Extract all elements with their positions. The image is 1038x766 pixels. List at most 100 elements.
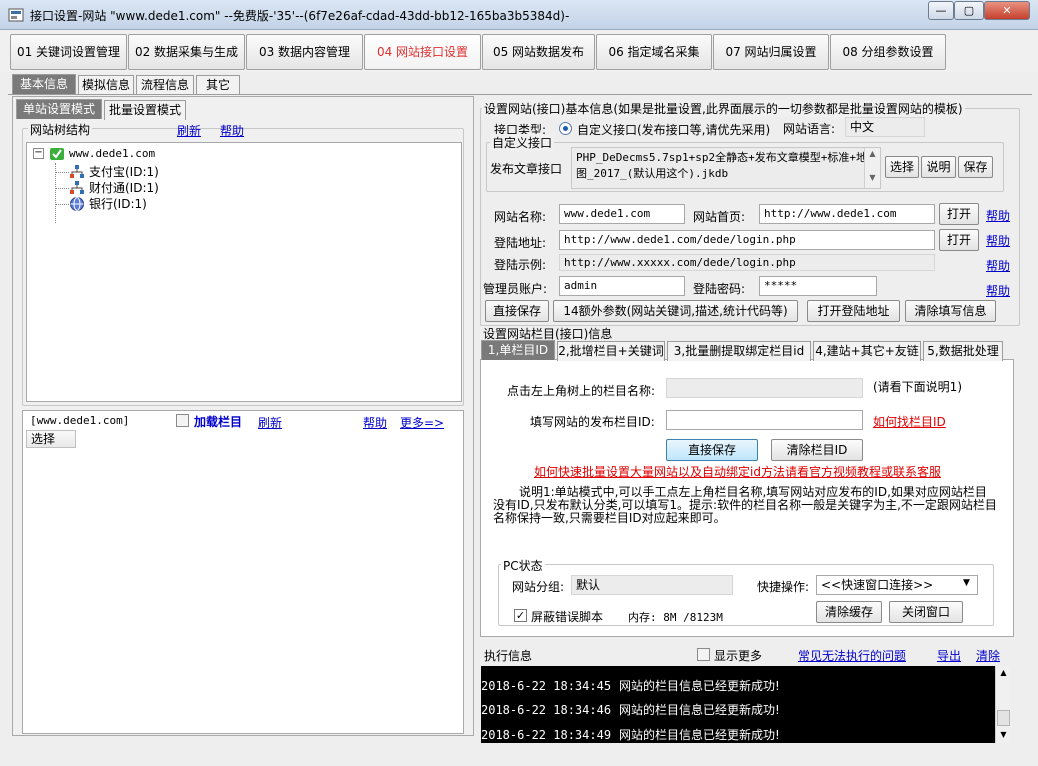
tab-build-site-links[interactable]: 4,建站+其它+友链	[813, 341, 921, 361]
tab-single-column-id[interactable]: 1,单栏目ID	[481, 340, 555, 360]
admin-account-label: 管理员账户:	[483, 282, 548, 296]
direct-save-button[interactable]: 直接保存	[485, 300, 549, 322]
mask-errors-checkbox[interactable]: ✓	[514, 609, 527, 622]
batch-tutorial-link[interactable]: 如何快速批量设置大量网站以及自动绑定id方法请看官方视频教程或联系客服	[534, 463, 941, 480]
homepage-input[interactable]: http://www.dede1.com	[759, 204, 935, 224]
save-column-button[interactable]: 直接保存	[666, 439, 758, 461]
column-name-field	[666, 378, 863, 398]
tab-basic-info[interactable]: 基本信息	[12, 74, 76, 94]
login-url-label: 登陆地址:	[494, 236, 547, 250]
site-name-label: 网站名称:	[494, 210, 547, 224]
clear-column-id-button[interactable]: 清除栏目ID	[771, 439, 863, 461]
tab-domain-collection[interactable]: 06 指定域名采集	[596, 34, 712, 70]
tree-root-label[interactable]: www.dede1.com	[69, 147, 155, 160]
tree-connector	[55, 188, 69, 189]
close-window-button[interactable]: 关闭窗口	[889, 601, 963, 623]
homepage-label: 网站首页:	[693, 210, 746, 224]
basic-info-group-label: 设置网站(接口)基本信息(如果是批量设置,此界面展示的一切参数都是批量设置网站的…	[482, 100, 965, 117]
tree-refresh-link[interactable]: 刷新	[177, 122, 201, 139]
maximize-button[interactable]: ▢	[954, 1, 984, 20]
example-help-link[interactable]: 帮助	[986, 257, 1010, 274]
tab-data-batch[interactable]: 5,数据批处理	[923, 341, 1003, 361]
columns-refresh-link[interactable]: 刷新	[258, 414, 282, 431]
tree-help-link[interactable]: 帮助	[220, 122, 244, 139]
load-columns-checkbox[interactable]	[176, 414, 189, 427]
admin-account-input[interactable]: admin	[559, 276, 685, 296]
log-message: 网站的栏目信息已经更新成功!	[619, 728, 780, 742]
tab-process-info[interactable]: 流程信息	[136, 75, 194, 95]
scroll-down-icon[interactable]: ▼	[996, 728, 1011, 742]
extra-params-button[interactable]: 14额外参数(网站关键词,描述,统计代码等)	[553, 300, 798, 322]
log-row: 2018-6-22 18:34:49 网站的栏目信息已经更新成功!	[481, 726, 780, 743]
columns-help-link[interactable]: 帮助	[363, 414, 387, 431]
tab-group-params[interactable]: 08 分组参数设置	[830, 34, 946, 70]
radio-dot	[563, 126, 568, 131]
tab-single-site-mode[interactable]: 单站设置模式	[16, 99, 102, 119]
tab-batch-mode[interactable]: 批量设置模式	[104, 100, 186, 120]
open-login-url-button[interactable]: 打开登陆地址	[807, 300, 900, 322]
clear-info-button[interactable]: 清除填写信息	[905, 300, 996, 322]
column-name-hint: (请看下面说明1)	[873, 380, 962, 394]
tab-data-collection[interactable]: 02 数据采集与生成	[128, 34, 245, 70]
save-interface-button[interactable]: 保存	[958, 156, 993, 178]
open-homepage-button[interactable]: 打开	[939, 203, 979, 225]
tab-site-ownership[interactable]: 07 网站归属设置	[713, 34, 829, 70]
exec-info-label: 执行信息	[484, 649, 533, 663]
login-example-field: http://www.xxxxx.com/dede/login.php	[559, 254, 935, 271]
export-link[interactable]: 导出	[937, 647, 961, 664]
faq-link[interactable]: 常见无法执行的问题	[798, 647, 906, 664]
open-login-button[interactable]: 打开	[939, 229, 979, 251]
quick-action-select[interactable]: <<快速窗口连接>>	[816, 575, 978, 595]
site-tree[interactable]: − www.dede1.com 支付宝(ID:1) 财付通(ID:1) 银行(I…	[26, 142, 462, 402]
custom-interface-radio[interactable]	[559, 122, 572, 135]
log-row: 2018-6-22 18:34:45 网站的栏目信息已经更新成功!	[481, 677, 780, 694]
log-time: 2018-6-22 18:34:45	[481, 679, 612, 693]
tab-site-interface[interactable]: 04 网站接口设置	[364, 34, 481, 70]
chevron-down-icon[interactable]: ▼	[963, 578, 970, 588]
publish-interface-scrollbar[interactable]: ▲ ▼	[864, 148, 880, 188]
tree-node-label[interactable]: 银行(ID:1)	[89, 195, 147, 212]
columns-more-link[interactable]: 更多=>	[400, 414, 444, 431]
log-message: 网站的栏目信息已经更新成功!	[619, 679, 780, 693]
site-group-label: 网站分组:	[512, 580, 565, 594]
clear-cache-button[interactable]: 清除缓存	[816, 601, 882, 623]
column-id-input[interactable]	[666, 410, 863, 430]
login-url-input[interactable]: http://www.dede1.com/dede/login.php	[559, 230, 935, 250]
title-bar: 接口设置-网站 "www.dede1.com" --免费版-'35'--(6f7…	[0, 0, 1038, 30]
tab-content-management[interactable]: 03 数据内容管理	[246, 34, 363, 70]
tree-node-label[interactable]: 财付通(ID:1)	[89, 179, 159, 196]
tab-keyword-settings[interactable]: 01 关键词设置管理	[10, 34, 127, 70]
exec-log[interactable]: 2018-6-22 18:34:45 网站的栏目信息已经更新成功! 2018-6-…	[481, 666, 995, 743]
tree-node-label[interactable]: 支付宝(ID:1)	[89, 163, 159, 180]
password-help-link[interactable]: 帮助	[986, 282, 1010, 299]
login-password-input[interactable]: *****	[759, 276, 877, 296]
load-columns-label[interactable]: 加载栏目	[194, 413, 242, 430]
clear-log-link[interactable]: 清除	[976, 647, 1000, 664]
site-name-input[interactable]: www.dede1.com	[559, 204, 685, 224]
find-column-id-link[interactable]: 如何找栏目ID	[873, 413, 946, 430]
minimize-button[interactable]: —	[928, 1, 954, 20]
tab-batch-add-columns[interactable]: 2,批增栏目+关键词	[557, 341, 665, 361]
homepage-help-link[interactable]: 帮助	[986, 207, 1010, 224]
window-title: 接口设置-网站 "www.dede1.com" --免费版-'35'--(6f7…	[30, 9, 570, 23]
memory-usage: 内存: 8M /8123M	[628, 611, 723, 624]
tree-collapse-toggle[interactable]: −	[33, 148, 44, 159]
tab-simulation-info[interactable]: 模拟信息	[78, 75, 134, 95]
column-list-panel	[22, 410, 464, 734]
close-button[interactable]: ✕	[984, 1, 1030, 20]
tab-data-publish[interactable]: 05 网站数据发布	[482, 34, 595, 70]
pc-status-group-label: PC状态	[501, 557, 545, 574]
explain-interface-button[interactable]: 说明	[921, 156, 956, 178]
choose-interface-button[interactable]: 选择	[885, 156, 919, 178]
show-more-checkbox[interactable]	[697, 648, 710, 661]
login-help-link[interactable]: 帮助	[986, 232, 1010, 249]
log-scrollbar[interactable]: ▲ ▼	[995, 666, 1011, 743]
scroll-thumb[interactable]	[997, 710, 1010, 726]
tab-other[interactable]: 其它	[196, 75, 240, 95]
tab-batch-delete-bind[interactable]: 3,批量删提取绑定栏目id	[667, 341, 811, 361]
select-column-header[interactable]: 选择	[26, 430, 76, 448]
custom-interface-option[interactable]: 自定义接口(发布接口等,请优先采用)	[577, 121, 770, 138]
column-id-label: 填写网站的发布栏目ID:	[530, 415, 655, 429]
mask-errors-label: 屏蔽错误脚本	[531, 610, 604, 624]
scroll-up-icon[interactable]: ▲	[996, 666, 1011, 680]
